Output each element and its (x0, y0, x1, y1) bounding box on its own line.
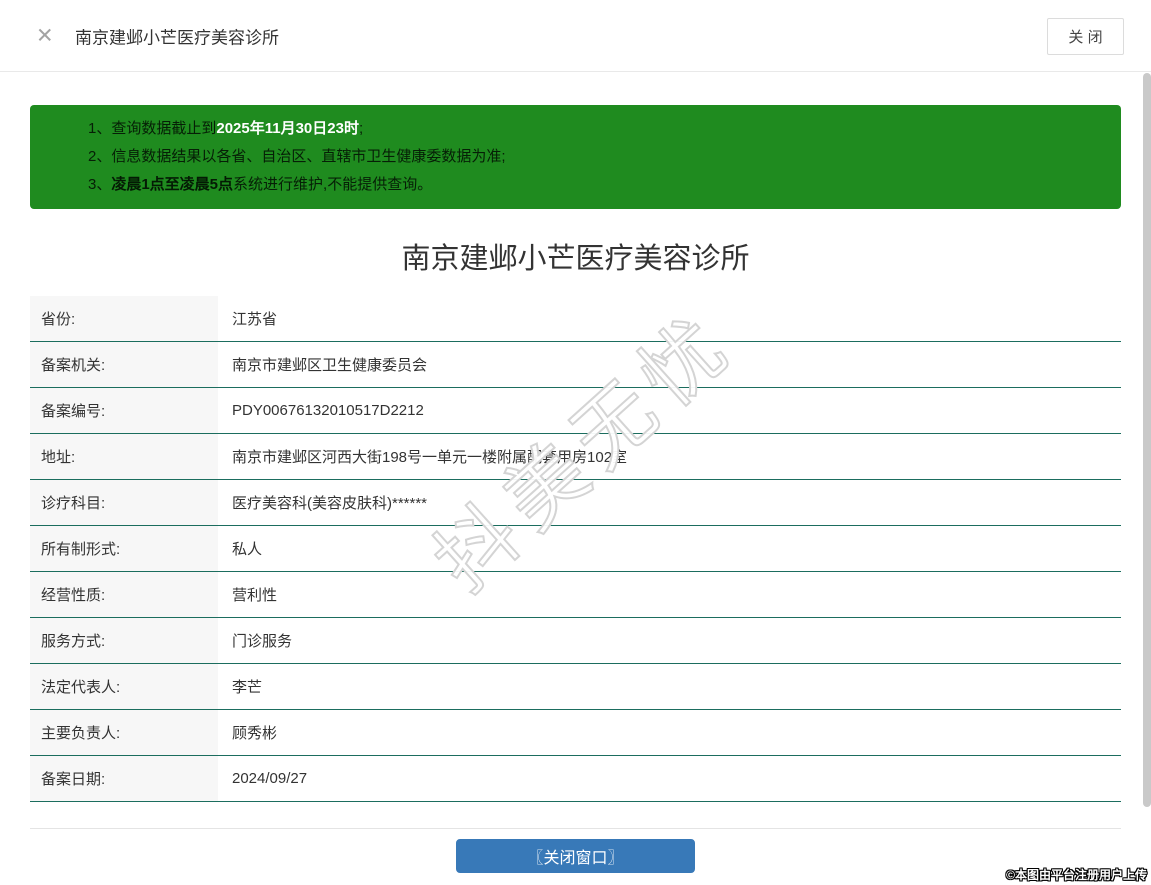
table-row-address: 地址: 南京市建邺区河西大街198号一单元一楼附属配套用房102室 (30, 434, 1121, 480)
row-label: 主要负责人: (30, 710, 218, 755)
row-label: 地址: (30, 434, 218, 479)
row-label: 省份: (30, 296, 218, 341)
notice-line-1: 1、查询数据截止到2025年11月30日23时; (88, 115, 1101, 143)
notice-box: 1、查询数据截止到2025年11月30日23时; 2、信息数据结果以各省、自治区… (30, 105, 1121, 209)
notice-line-3: 3、凌晨1点至凌晨5点系统进行维护,不能提供查询。 (88, 171, 1101, 199)
row-label: 所有制形式: (30, 526, 218, 571)
footer-divider (30, 828, 1121, 829)
page-title: 南京建邺小芒医疗美容诊所 (401, 243, 750, 275)
row-label: 备案机关: (30, 342, 218, 387)
notice-line-2-text: 信息数据结果以各省、自治区、直辖市卫生健康委数据为准; (111, 148, 506, 165)
copyright-stamp: ©本图由平台注册用户上传 (1006, 868, 1147, 882)
row-value: 营利性 (218, 572, 1121, 617)
notice-line-2-num: 2、 (88, 148, 112, 165)
row-value: 南京市建邺区河西大街198号一单元一楼附属配套用房102室 (218, 434, 1121, 479)
notice-line-2: 2、信息数据结果以各省、自治区、直辖市卫生健康委数据为准; (88, 143, 1101, 171)
row-label: 经营性质: (30, 572, 218, 617)
table-row-business-nature: 经营性质: 营利性 (30, 572, 1121, 618)
row-label: 诊疗科目: (30, 480, 218, 525)
close-x-icon[interactable]: ✕ (36, 25, 54, 46)
row-value: 南京市建邺区卫生健康委员会 (218, 342, 1121, 387)
table-row-province: 省份: 江苏省 (30, 296, 1121, 342)
close-window-button[interactable]: 〖关闭窗口〗 (456, 839, 695, 873)
row-value: 医疗美容科(美容皮肤科)****** (218, 480, 1121, 525)
table-row-legal-representative: 法定代表人: 李芒 (30, 664, 1121, 710)
header-bar: ✕ 南京建邺小芒医疗美容诊所 关 闭 (0, 0, 1151, 72)
row-value: 私人 (218, 526, 1121, 571)
row-label: 服务方式: (30, 618, 218, 663)
row-value: PDY00676132010517D2212 (218, 388, 1121, 433)
notice-line-1-num: 1、 (88, 120, 112, 137)
table-row-service-mode: 服务方式: 门诊服务 (30, 618, 1121, 664)
notice-line-3-post: 系统进行维护,不能提供查询。 (233, 176, 433, 193)
table-row-authority: 备案机关: 南京市建邺区卫生健康委员会 (30, 342, 1121, 388)
notice-line-3-num: 3、 (88, 176, 112, 193)
table-row-record-date: 备案日期: 2024/09/27 (30, 756, 1121, 802)
row-label: 备案日期: (30, 756, 218, 801)
row-label: 备案编号: (30, 388, 218, 433)
row-value: 门诊服务 (218, 618, 1121, 663)
header-title: 南京建邺小芒医疗美容诊所 (75, 28, 279, 47)
table-row-principal: 主要负责人: 顾秀彬 (30, 710, 1121, 756)
notice-line-3-bold: 凌晨1点至凌晨5点 (111, 176, 234, 193)
row-label: 法定代表人: (30, 664, 218, 709)
scrollbar-thumb[interactable] (1143, 73, 1151, 807)
row-value: 2024/09/27 (218, 756, 1121, 801)
notice-line-1-bold: 2025年11月30日23时 (216, 120, 359, 137)
notice-line-1-post: ; (358, 120, 364, 137)
row-value: 顾秀彬 (218, 710, 1121, 755)
table-row-ownership: 所有制形式: 私人 (30, 526, 1121, 572)
row-value: 江苏省 (218, 296, 1121, 341)
notice-line-1-text: 查询数据截止到 (111, 120, 217, 137)
table-row-record-number: 备案编号: PDY00676132010517D2212 (30, 388, 1121, 434)
detail-table: 省份: 江苏省 备案机关: 南京市建邺区卫生健康委员会 备案编号: PDY006… (30, 296, 1121, 802)
table-row-departments: 诊疗科目: 医疗美容科(美容皮肤科)****** (30, 480, 1121, 526)
close-button[interactable]: 关 闭 (1047, 18, 1124, 55)
row-value: 李芒 (218, 664, 1121, 709)
